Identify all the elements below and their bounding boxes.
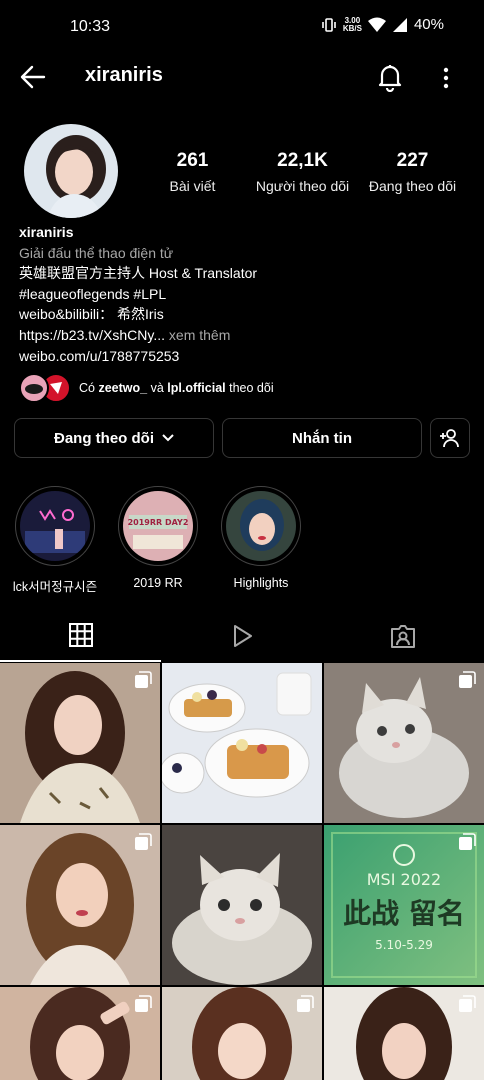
bio-line: 英雄联盟官方主持人 Host & Translator [19,265,258,282]
post-thumbnail[interactable] [324,663,484,823]
status-bar: 10:33 3.00 KB/S 40% [0,0,484,56]
highlight-item[interactable]: Highlights [211,486,311,590]
post-thumbnail[interactable] [0,825,160,985]
signal-icon [392,17,407,32]
wifi-icon [367,17,386,32]
bio-line: weibo&bilibili： 希然Iris [19,306,164,323]
post-thumbnail[interactable]: MSI 2022 此战 留名 5.10-5.29 [324,825,484,985]
profile-stats: 261 Bài viết 22,1K Người theo dõi 227 Đa… [160,150,470,194]
post-thumbnail[interactable] [0,663,160,823]
post-thumbnail[interactable] [162,825,322,985]
back-arrow-icon[interactable] [18,62,48,92]
bio-link-2[interactable]: weibo.com/u/1788775253 [19,346,257,367]
see-more-link[interactable]: xem thêm [169,327,230,343]
profile-actions: Đang theo dõi Nhắn tin [14,418,470,458]
profile-tabs [0,610,484,662]
status-icons: 3.00 KB/S 40% [321,16,444,33]
profile-category: Giải đấu thể thao điện tử [19,244,174,261]
multiple-posts-icon [297,995,314,1012]
post-thumbnail[interactable] [0,987,160,1080]
profile-bio: xiraniris Giải đấu thể thao điện tử 英雄联盟… [19,222,257,366]
tagged-person-icon [390,625,415,648]
grid-icon [68,623,93,647]
followers-stat[interactable]: 22,1K Người theo dõi [245,150,360,194]
followed-by-text: Có zeetwo_ và lpl.official theo dõi [79,381,274,395]
add-person-icon [440,429,459,448]
story-highlights: lck서머정규시즌 2019RR DAY2 2019 RR Highlights [0,486,484,596]
multiple-posts-icon [459,995,476,1012]
multiple-posts-icon [459,833,476,850]
multiple-posts-icon [135,833,152,850]
highlight-cover: 2019RR DAY2 [123,491,193,561]
follower-avatar [19,373,49,403]
post-thumbnail[interactable] [162,663,322,823]
following-stat[interactable]: 227 Đang theo dõi [360,150,465,194]
multiple-posts-icon [459,671,476,688]
highlight-cover [20,491,90,561]
play-icon [233,625,252,647]
profile-header: xiraniris [0,56,484,100]
network-speed: 3.00 KB/S [342,15,362,33]
message-button[interactable]: Nhắn tin [222,418,422,458]
bell-icon[interactable] [376,62,404,92]
battery-level: 40% [413,16,444,33]
bio-link[interactable]: https://b23.tv/XshCNy... [19,327,165,343]
svg-text:MSI 2022: MSI 2022 [367,870,441,889]
header-username: xiraniris [85,64,163,86]
svg-text:5.10-5.29: 5.10-5.29 [375,938,433,952]
following-button[interactable]: Đang theo dõi [14,418,214,458]
svg-text:2019RR DAY2: 2019RR DAY2 [128,518,189,527]
posts-stat[interactable]: 261 Bài viết [160,150,225,194]
multiple-posts-icon [135,671,152,688]
clock: 10:33 [70,18,111,35]
highlight-item[interactable]: 2019RR DAY2 2019 RR [108,486,208,590]
multiple-posts-icon [135,995,152,1012]
svg-text:此战 留名: 此战 留名 [343,897,465,930]
followed-by[interactable]: Có zeetwo_ và lpl.official theo dõi [19,373,274,403]
chevron-down-icon [162,434,174,442]
suggest-users-button[interactable] [430,418,470,458]
bio-link-row: https://b23.tv/XshCNy... xem thêm [19,325,257,346]
post-thumbnail[interactable] [324,987,484,1080]
highlight-cover [226,491,296,561]
tab-tagged[interactable] [322,610,483,662]
profile-avatar[interactable] [22,122,120,220]
bio-line: #leagueoflegends #LPL [19,285,167,302]
tab-reels[interactable] [161,610,322,662]
post-thumbnail[interactable] [162,987,322,1080]
more-options-icon[interactable] [436,64,456,92]
tab-posts-grid[interactable] [0,610,161,662]
highlight-item[interactable]: lck서머정규시즌 [5,486,105,595]
vibrate-icon [322,17,336,32]
profile-name: xiraniris [19,224,74,240]
